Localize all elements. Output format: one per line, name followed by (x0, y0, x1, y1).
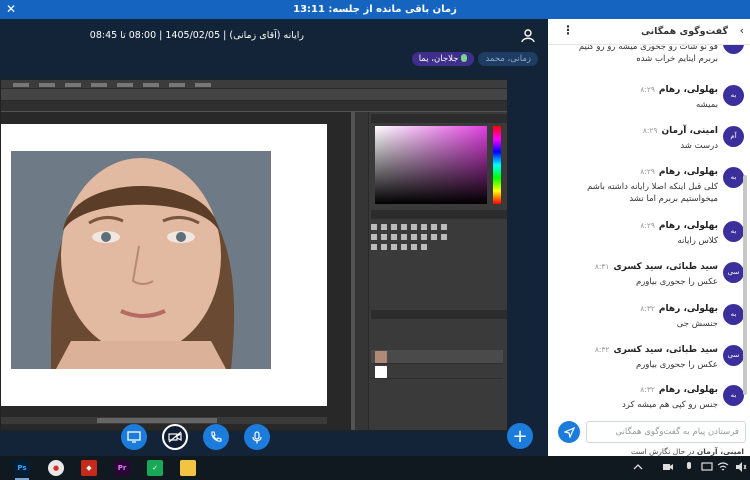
portrait-image (11, 151, 271, 369)
message-text: درست شد (680, 141, 718, 151)
send-button[interactable] (558, 421, 580, 443)
shared-app-panels (355, 112, 507, 430)
sender-name: امینی، آرمان۸:۲۹ (642, 126, 718, 136)
shared-app-canvas (1, 112, 351, 430)
avatar: سی (723, 262, 744, 283)
monitor-icon (127, 431, 141, 443)
screen-share-button[interactable] (121, 424, 147, 450)
display-tray-icon[interactable] (701, 461, 713, 473)
session-info: رایانه (آقای زمانی) | 1405/02/05 | 08:00… (89, 30, 304, 41)
message-text: کلاس رایانه (677, 236, 718, 246)
close-icon[interactable]: ✕ (4, 2, 18, 16)
phone-icon (211, 431, 222, 442)
chat-message-input[interactable]: فرستادن پیام به گفت‌وگوی همگانی (586, 421, 746, 443)
chat-scrollbar[interactable] (743, 175, 747, 395)
phone-button[interactable] (203, 424, 229, 450)
avatar: آم (723, 126, 744, 147)
avatar: به (723, 167, 744, 188)
presenter-chip-active[interactable]: جلاجان، یما (411, 52, 475, 66)
message-text: عکس را جحوری بیاورم (635, 277, 718, 287)
message-time: ۸:۲۹ (640, 221, 655, 230)
session-timer-banner: ✕ زمان باقی مانده از جلسه: 13:11 (0, 0, 750, 19)
shared-app-menubar (1, 80, 507, 89)
microphone-active-icon (461, 54, 468, 62)
camera-tray-icon[interactable] (662, 461, 674, 473)
message-time: ۸:۳۲ (640, 385, 655, 394)
main-stage: رایانه (آقای زمانی) | 1405/02/05 | 08:00… (0, 19, 548, 456)
document-page (1, 124, 327, 406)
typing-text: در حال نگارش است (630, 447, 695, 456)
camera-button[interactable] (162, 424, 188, 450)
message-time: ۸:۲۹ (640, 167, 655, 176)
message-text: عکس را جحوری بیاورم (635, 360, 718, 370)
send-icon (563, 426, 575, 438)
session-remaining-time: زمان باقی مانده از جلسه: 13:11 (293, 4, 457, 15)
message-text: فو نو شات رو جحوری میشه رو رو کنیم بربرم… (578, 45, 718, 64)
network-icon[interactable] (717, 461, 729, 473)
avatar: به (723, 304, 744, 325)
chat-message-list: فو نو شات رو جحوری میشه رو رو کنیم بربرم… (548, 45, 750, 429)
presenter-name: جلاجان، یما (418, 54, 459, 64)
more-options-icon[interactable]: ⋮ (562, 23, 574, 37)
taskbar-photoshop-icon[interactable]: Ps (14, 460, 30, 476)
chat-panel: ‹ گفت‌وگوی همگانی ⋮ فو نو شات رو جحوری م… (548, 19, 750, 456)
chevron-up-icon[interactable] (632, 461, 644, 473)
message-text: کلی قبل اینکه اصلا رایانه داشته باشم میخ… (587, 182, 718, 204)
avatar (723, 45, 744, 54)
chat-composer: فرستادن پیام به گفت‌وگوی همگانی (548, 417, 750, 447)
taskbar-folder-icon[interactable] (180, 460, 196, 476)
message-text: جنسش جی (676, 319, 718, 329)
message-time: ۸:۳۲ (640, 304, 655, 313)
chat-title: گفت‌وگوی همگانی (640, 26, 728, 37)
os-taskbar: Ps ● ◆ Pr ✓ (0, 456, 750, 480)
microphone-icon (252, 430, 262, 443)
message-text: بمیشه (696, 100, 718, 110)
shared-screen (0, 79, 508, 431)
sender-name: بهلولی، رهام۸:۲۹ (640, 221, 718, 231)
message-time: ۸:۳۲ (594, 345, 610, 354)
sender-name: بهلولی، رهام۸:۳۲ (640, 385, 718, 395)
typing-indicator: امینی، آرمان در حال نگارش است (631, 447, 744, 456)
shared-app-tabs (1, 101, 507, 111)
sender-name: بهلولی، رهام۸:۳۲ (640, 304, 718, 314)
message-time: ۸:۳۱ (594, 262, 610, 271)
actions-button[interactable]: + (507, 423, 533, 449)
taskbar-shield-icon[interactable]: ✓ (147, 460, 163, 476)
camera-off-icon (168, 431, 182, 443)
microphone-button[interactable] (244, 424, 270, 450)
sender-name: سید طبائی، سید کسری۸:۳۲ (594, 345, 718, 355)
avatar: به (723, 385, 744, 406)
presenter-list: زمانی، محمد جلاجان، یما (411, 52, 538, 66)
message-text: جنس رو کپی هم میشه کرد (622, 400, 718, 410)
plus-icon: + (512, 425, 528, 447)
taskbar-premiere-icon[interactable]: Pr (114, 460, 130, 476)
participants-icon[interactable] (520, 29, 536, 43)
message-time: ۸:۲۹ (640, 85, 655, 94)
chevron-right-icon[interactable]: ‹ (740, 24, 744, 37)
presenter-chip[interactable]: زمانی، محمد (478, 52, 538, 66)
canvas-scrollbar (1, 417, 327, 424)
shared-app-optionsbar (1, 89, 507, 101)
message-time: ۸:۲۹ (642, 126, 658, 135)
microphone-tray-icon[interactable] (683, 461, 695, 473)
sender-name: سید طبائی، سید کسری۸:۳۱ (594, 262, 718, 272)
typing-user: امینی، آرمان (696, 447, 744, 456)
avatar: سی (723, 345, 744, 366)
taskbar-presentation-icon[interactable]: ◆ (81, 460, 97, 476)
chat-header: ‹ گفت‌وگوی همگانی ⋮ (548, 19, 750, 45)
volume-muted-icon[interactable] (735, 461, 747, 473)
sender-name: بهلولی، رهام۸:۲۹ (640, 167, 718, 177)
session-header: رایانه (آقای زمانی) | 1405/02/05 | 08:00… (0, 19, 548, 55)
avatar: به (723, 85, 744, 106)
avatar: به (723, 221, 744, 242)
taskbar-record-icon[interactable]: ● (48, 460, 64, 476)
sender-name: بهلولی، رهام۸:۲۹ (640, 85, 718, 95)
